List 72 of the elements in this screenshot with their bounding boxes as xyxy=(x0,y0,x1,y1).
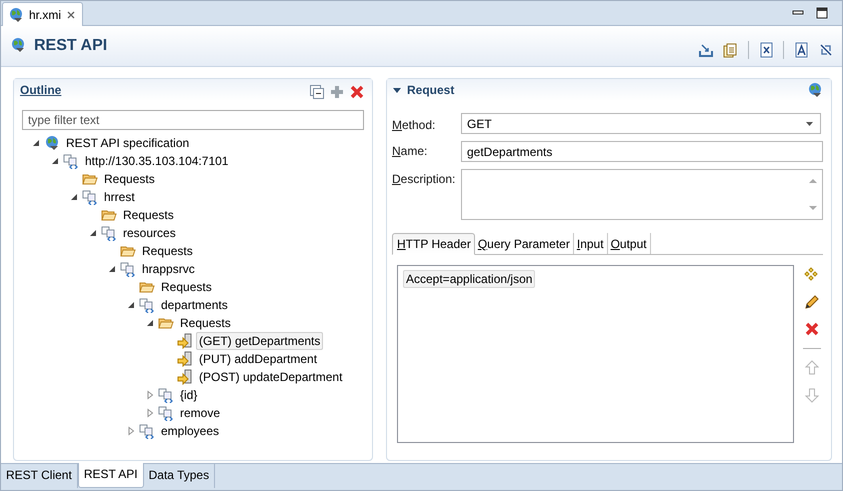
tree-item[interactable]: departments xyxy=(158,296,231,314)
tab[interactable]: Input xyxy=(574,233,608,254)
resource-icon xyxy=(158,387,174,403)
dropdown-arrow-icon xyxy=(806,122,813,126)
tree-item[interactable]: {id} xyxy=(177,386,200,404)
collapse-arrow-icon[interactable] xyxy=(393,86,401,94)
tab[interactable]: HTTP Header xyxy=(392,233,475,255)
expand-arrow-icon[interactable] xyxy=(145,408,155,418)
tab[interactable]: Output xyxy=(608,233,651,254)
resource-icon xyxy=(139,423,155,439)
form-title: REST API xyxy=(34,37,108,55)
header-entry[interactable]: Accept=application/json xyxy=(403,270,536,288)
pencil-icon[interactable] xyxy=(804,294,820,310)
collapse-arrow-icon[interactable] xyxy=(145,318,155,328)
expand-arrow-icon[interactable] xyxy=(145,390,155,400)
tree-item[interactable]: (PUT) addDepartment xyxy=(196,350,320,368)
request-icon xyxy=(177,369,193,385)
maximize-icon[interactable] xyxy=(816,7,828,19)
collapse-arrow-icon[interactable] xyxy=(88,228,98,238)
resource-icon xyxy=(158,405,174,421)
section-title[interactable]: Outline xyxy=(20,83,62,97)
text-document-icon[interactable] xyxy=(793,42,809,58)
collapse-arrow-icon[interactable] xyxy=(69,192,79,202)
tree-item[interactable]: employees xyxy=(158,422,222,440)
description-field[interactable] xyxy=(461,169,823,220)
import-icon[interactable] xyxy=(698,42,714,58)
tree-item[interactable]: Requests xyxy=(158,278,215,296)
globe-icon xyxy=(44,135,60,151)
filter-field[interactable]: type filter text xyxy=(22,110,364,130)
section-title[interactable]: Request xyxy=(407,83,454,97)
globe-icon[interactable] xyxy=(807,82,823,98)
method-dropdown[interactable]: GET xyxy=(461,113,821,134)
field-label: Name: xyxy=(392,143,428,160)
delete-icon[interactable] xyxy=(804,321,820,337)
resource-icon xyxy=(120,261,136,277)
tree-item[interactable]: resources xyxy=(120,224,179,242)
add-icon[interactable] xyxy=(804,267,820,283)
documents-icon[interactable] xyxy=(723,42,739,58)
tree-item[interactable]: hrrest xyxy=(101,188,138,206)
resource-icon xyxy=(63,153,79,169)
tree-item[interactable]: REST API specification xyxy=(63,134,192,152)
tab[interactable]: Query Parameter xyxy=(474,233,574,254)
tree-item[interactable]: hrappsrvc xyxy=(139,260,198,278)
close-icon[interactable] xyxy=(66,10,76,20)
expand-arrow-icon[interactable] xyxy=(126,426,136,436)
tree-item[interactable]: remove xyxy=(177,404,224,422)
spreadsheet-icon[interactable] xyxy=(758,42,774,58)
resource-icon xyxy=(139,297,155,313)
field-label: Method: xyxy=(392,117,436,132)
resource-icon xyxy=(101,225,117,241)
tree-item[interactable]: Requests xyxy=(139,242,196,260)
request-icon xyxy=(177,333,193,349)
tab[interactable]: REST API xyxy=(78,463,144,488)
request-icon xyxy=(177,351,193,367)
collapse-arrow-icon[interactable] xyxy=(31,138,41,148)
field-label: Description: xyxy=(392,171,456,188)
resource-icon xyxy=(82,189,98,205)
tree-item[interactable]: Requests xyxy=(120,206,177,224)
editor-tab[interactable]: hr.xmi xyxy=(2,2,84,26)
tab[interactable]: Data Types xyxy=(144,464,216,488)
collapse-arrow-icon[interactable] xyxy=(107,264,117,274)
tree-item[interactable]: Requests xyxy=(101,170,158,188)
tree-item[interactable]: http://130.35.103.104:7101 xyxy=(82,152,232,170)
tree-item[interactable]: Requests xyxy=(177,314,234,332)
tree-item[interactable]: (POST) updateDepartment xyxy=(196,368,346,386)
collapse-arrow-icon[interactable] xyxy=(50,156,60,166)
name-field[interactable]: getDepartments xyxy=(461,141,823,162)
collapse-all-icon[interactable] xyxy=(310,85,324,99)
tree-item[interactable]: (GET) getDepartments xyxy=(196,332,324,350)
collapse-arrow-icon[interactable] xyxy=(126,300,136,310)
delete-icon[interactable] xyxy=(350,85,364,99)
unlink-icon[interactable] xyxy=(818,42,834,58)
